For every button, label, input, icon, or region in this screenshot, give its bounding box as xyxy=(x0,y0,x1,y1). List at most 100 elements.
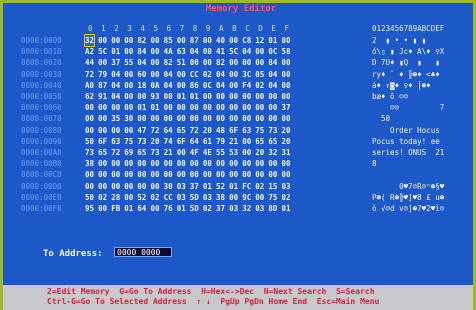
hex-byte-cell[interactable]: 6F xyxy=(98,136,107,147)
hex-byte-cell[interactable]: 0C xyxy=(203,80,212,91)
hex-byte-cell[interactable]: 00 xyxy=(164,169,173,180)
hex-byte-cell[interactable]: 00 xyxy=(98,113,107,124)
hex-byte-cell[interactable]: 00 xyxy=(151,158,160,169)
hex-byte-cell[interactable]: 00 xyxy=(242,136,251,147)
hex-byte-cell[interactable]: 64 xyxy=(137,203,146,214)
hex-byte-cell[interactable]: 02 xyxy=(203,69,212,80)
hex-byte-cell[interactable]: 63 xyxy=(242,125,251,136)
hex-byte-cell[interactable]: 00 xyxy=(268,102,277,113)
hex-byte-cell[interactable]: 35 xyxy=(111,113,120,124)
hex-byte-cell[interactable]: 84 xyxy=(268,57,277,68)
hex-byte-cell[interactable]: 15 xyxy=(268,181,277,192)
hex-byte-cell[interactable]: 31 xyxy=(282,147,291,158)
hex-byte-cell[interactable]: 00 xyxy=(98,181,107,192)
hex-byte-cell[interactable]: 01 xyxy=(137,102,146,113)
hex-byte-cell[interactable]: 00 xyxy=(124,102,133,113)
hex-byte-cell[interactable]: 00 xyxy=(255,113,264,124)
hex-byte-cell[interactable]: 00 xyxy=(255,57,264,68)
hex-byte-cell[interactable]: 01 xyxy=(203,181,212,192)
hex-byte-cell[interactable]: 69 xyxy=(124,147,133,158)
hex-byte-cell[interactable]: 73 xyxy=(137,136,146,147)
hex-byte-cell[interactable]: 63 xyxy=(111,136,120,147)
hex-byte-cell[interactable]: 20 xyxy=(282,136,291,147)
hex-byte-cell[interactable]: 00 xyxy=(111,169,120,180)
hex-byte-cell[interactable]: 03 xyxy=(229,203,238,214)
hex-byte-cell[interactable]: 48 xyxy=(216,125,225,136)
hex-byte-cell[interactable]: 21 xyxy=(229,136,238,147)
hex-byte-cell[interactable]: 00 xyxy=(177,169,186,180)
hex-byte-cell[interactable]: 32 xyxy=(83,33,96,48)
hex-byte-cell[interactable]: 5C xyxy=(229,46,238,57)
hex-byte-cell[interactable]: 00 xyxy=(255,46,264,57)
hex-byte-cell[interactable]: 00 xyxy=(98,125,107,136)
hex-byte-cell[interactable]: 00 xyxy=(124,35,133,46)
hex-byte-cell[interactable]: CC xyxy=(164,192,173,203)
hex-byte-cell[interactable]: FB xyxy=(111,203,120,214)
hex-byte-cell[interactable]: 03 xyxy=(177,181,186,192)
hex-byte-cell[interactable]: 01 xyxy=(177,203,186,214)
hex-byte-cell[interactable]: 00 xyxy=(124,181,133,192)
hex-byte-cell[interactable]: 00 xyxy=(111,102,120,113)
hex-byte-cell[interactable]: 65 xyxy=(177,125,186,136)
hex-byte-cell[interactable]: 04 xyxy=(268,80,277,91)
hex-byte-cell[interactable]: 41 xyxy=(216,46,225,57)
hex-byte-cell[interactable]: 00 xyxy=(242,147,251,158)
hex-byte-cell[interactable]: 82 xyxy=(164,57,173,68)
hex-byte-cell[interactable]: C8 xyxy=(242,35,251,46)
hex-byte-cell[interactable]: A2 xyxy=(85,46,94,57)
hex-byte-cell[interactable]: 00 xyxy=(203,158,212,169)
hex-byte-cell[interactable]: 00 xyxy=(268,91,277,102)
hex-byte-cell[interactable]: 00 xyxy=(151,181,160,192)
hex-byte-cell[interactable]: 01 xyxy=(111,46,120,57)
hex-byte-cell[interactable]: 87 xyxy=(98,80,107,91)
hex-byte-cell[interactable]: 20 xyxy=(255,147,264,158)
hex-byte-cell[interactable]: 02 xyxy=(255,181,264,192)
hex-byte-cell[interactable]: 00 xyxy=(164,158,173,169)
hex-byte-cell[interactable]: 63 xyxy=(177,46,186,57)
hex-byte-cell[interactable]: 04 xyxy=(137,57,146,68)
hex-byte-cell[interactable]: 00 xyxy=(151,69,160,80)
hex-byte-cell[interactable]: 21 xyxy=(164,147,173,158)
hex-byte-cell[interactable]: 00 xyxy=(151,35,160,46)
hex-byte-cell[interactable]: 00 xyxy=(203,46,212,57)
hex-byte-cell[interactable]: 00 xyxy=(98,158,107,169)
hex-byte-cell[interactable]: 38 xyxy=(85,158,94,169)
hex-byte-cell[interactable]: 00 xyxy=(164,91,173,102)
hex-byte-cell[interactable]: 00 xyxy=(229,102,238,113)
hex-byte-cell[interactable]: 01 xyxy=(151,102,160,113)
hex-byte-cell[interactable]: 00 xyxy=(124,169,133,180)
hex-byte-cell[interactable]: 00 xyxy=(190,57,199,68)
hex-byte-cell[interactable]: 00 xyxy=(177,102,186,113)
hex-byte-cell[interactable]: 00 xyxy=(229,35,238,46)
hex-byte-cell[interactable]: 04 xyxy=(164,69,173,80)
hex-byte-cell[interactable]: 20 xyxy=(203,125,212,136)
hex-byte-cell[interactable]: 65 xyxy=(137,147,146,158)
hex-byte-cell[interactable]: 12 xyxy=(255,35,264,46)
hex-byte-cell[interactable]: 00 xyxy=(282,57,291,68)
hex-byte-cell[interactable]: 3C xyxy=(242,69,251,80)
hex-byte-cell[interactable]: 00 xyxy=(151,46,160,57)
hex-byte-cell[interactable]: 72 xyxy=(85,69,94,80)
hex-byte-cell[interactable]: 18 xyxy=(137,80,146,91)
hex-byte-cell[interactable]: 00 xyxy=(124,80,133,91)
hex-byte-cell[interactable]: 65 xyxy=(255,136,264,147)
hex-byte-cell[interactable]: 00 xyxy=(137,158,146,169)
hex-byte-cell[interactable]: 00 xyxy=(111,158,120,169)
hex-byte-cell[interactable]: 00 xyxy=(216,91,225,102)
hex-byte-cell[interactable]: 0A xyxy=(151,80,160,91)
hex-byte-cell[interactable]: 40 xyxy=(216,35,225,46)
hex-byte-cell[interactable]: 02 xyxy=(282,192,291,203)
hex-byte-cell[interactable]: 58 xyxy=(282,46,291,57)
hex-byte-cell[interactable]: 04 xyxy=(216,69,225,80)
hex-byte-cell[interactable]: 02 xyxy=(203,203,212,214)
hex-byte-cell[interactable]: 00 xyxy=(282,80,291,91)
hex-byte-cell[interactable]: 0C xyxy=(268,46,277,57)
hex-byte-cell[interactable]: 00 xyxy=(137,181,146,192)
hex-byte-cell[interactable]: F4 xyxy=(242,80,251,91)
hex-byte-cell[interactable]: 02 xyxy=(255,80,264,91)
hex-byte-cell[interactable]: 00 xyxy=(151,57,160,68)
hex-byte-cell[interactable]: 00 xyxy=(229,69,238,80)
hex-byte-cell[interactable]: 00 xyxy=(216,169,225,180)
hex-byte-cell[interactable]: 00 xyxy=(229,192,238,203)
hex-byte-cell[interactable]: 00 xyxy=(190,102,199,113)
